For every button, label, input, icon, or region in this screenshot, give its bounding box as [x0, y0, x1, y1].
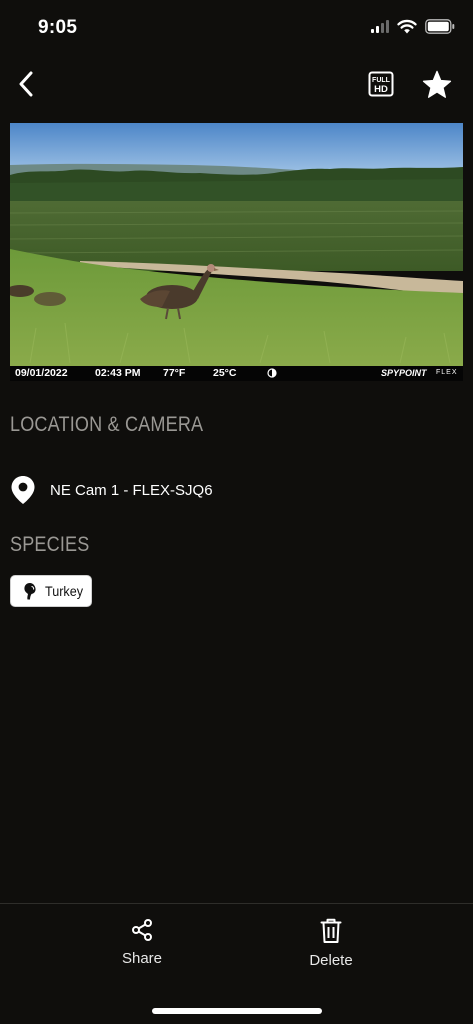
bottom-divider	[0, 903, 473, 904]
photo-date: 09/01/2022	[15, 367, 68, 379]
delete-button[interactable]: Delete	[286, 918, 376, 978]
photo-info-stamp: 09/01/2022 02:43 PM 77°F 25°C SPYPOINT F…	[10, 366, 463, 381]
share-label: Share	[121, 950, 163, 967]
location-camera-row: NE Cam 1 - FLEX-SJQ6	[10, 474, 213, 506]
trash-icon	[320, 918, 342, 943]
photo-scene	[10, 123, 463, 366]
moon-phase-icon	[267, 368, 277, 378]
photo-temp-f: 77°F	[163, 367, 186, 379]
photo-time: 02:43 PM	[95, 367, 141, 379]
back-button[interactable]	[6, 66, 46, 102]
share-button[interactable]: Share	[97, 918, 187, 978]
location-pin-icon	[11, 476, 35, 504]
full-hd-button[interactable]: FULL HD	[365, 68, 397, 100]
species-label: Turkey	[45, 583, 84, 599]
wifi-icon	[397, 19, 417, 34]
photo-detail-screen: 9:05 FULL HD 09/01/2022 02:43 PM 77°F 25…	[0, 0, 473, 1024]
chevron-left-icon	[19, 71, 33, 97]
turkey-icon	[24, 583, 36, 600]
location-camera-heading: LOCATION & CAMERA	[10, 413, 204, 436]
favorite-button[interactable]	[419, 66, 455, 102]
cellular-signal-icon	[371, 20, 389, 33]
hd-icon-text-bottom: HD	[374, 84, 388, 95]
species-tag-turkey[interactable]: Turkey	[10, 575, 92, 607]
trail-camera-photo[interactable]: 09/01/2022 02:43 PM 77°F 25°C SPYPOINT F…	[10, 123, 463, 381]
nav-bar: FULL HD	[0, 56, 473, 112]
photo-model: FLEX	[436, 369, 458, 376]
star-icon	[422, 70, 452, 98]
status-icons	[371, 19, 455, 34]
species-heading: SPECIES	[10, 533, 90, 556]
photo-brand: SPYPOINT	[381, 368, 427, 378]
hd-icon-text-top: FULL	[372, 77, 391, 84]
home-indicator[interactable]	[152, 1008, 322, 1014]
battery-icon	[425, 19, 455, 34]
status-bar: 9:05	[0, 0, 473, 56]
status-time: 9:05	[38, 17, 78, 38]
share-icon	[132, 919, 152, 941]
camera-name: NE Cam 1 - FLEX-SJQ6	[50, 481, 213, 499]
photo-temp-c: 25°C	[213, 367, 237, 379]
delete-label: Delete	[309, 952, 353, 969]
full-hd-icon: FULL HD	[368, 71, 394, 97]
